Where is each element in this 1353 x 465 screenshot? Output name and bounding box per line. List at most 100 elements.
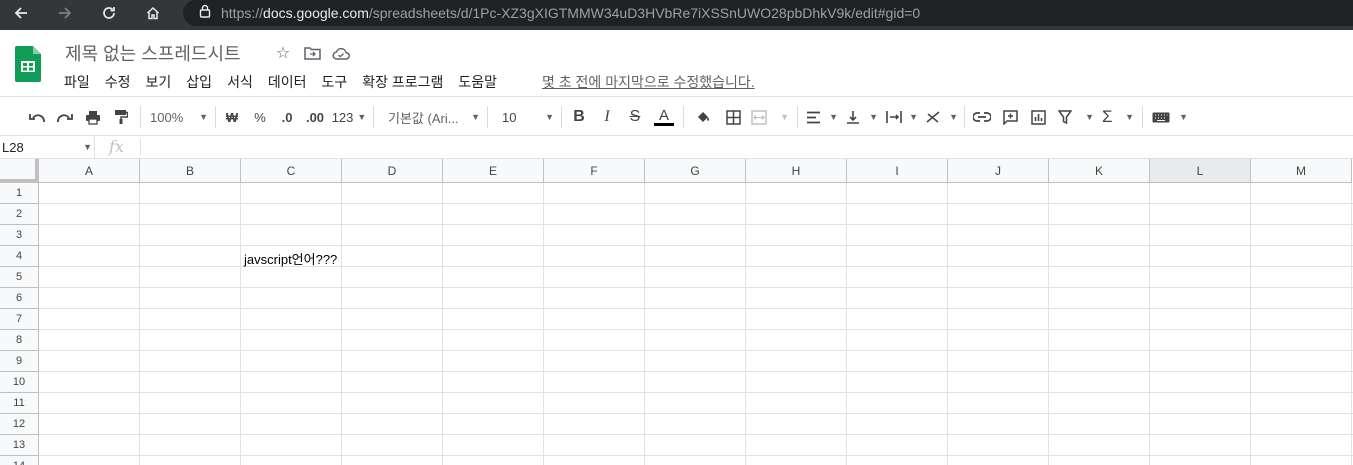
print-icon[interactable] (82, 106, 104, 128)
column-header-j[interactable]: J (948, 159, 1049, 183)
row-header-9[interactable]: 9 (0, 351, 39, 372)
column-header-g[interactable]: G (645, 159, 746, 183)
browser-toolbar: https://docs.google.com/spreadsheets/d/1… (0, 0, 1353, 26)
decrease-decimal-button[interactable]: .0 (276, 106, 298, 128)
menu-data[interactable]: 데이터 (268, 72, 307, 92)
sheets-logo-icon[interactable] (15, 46, 41, 82)
column-header-c[interactable]: C (241, 159, 342, 183)
menu-tools[interactable]: 도구 (321, 72, 347, 92)
column-header-k[interactable]: K (1049, 159, 1150, 183)
grid-row-line (39, 203, 1353, 204)
font-family-dropdown[interactable]: 기본값 (Ari... ▼ (388, 106, 480, 128)
insert-chart-icon[interactable] (1028, 106, 1048, 128)
spreadsheet-grid[interactable]: ABCDEFGHIJKLM1234567891011121314javscrip… (0, 159, 1353, 465)
redo-icon[interactable] (54, 106, 76, 128)
column-header-a[interactable]: A (39, 159, 140, 183)
menu-view[interactable]: 보기 (146, 72, 172, 92)
column-header-m[interactable]: M (1251, 159, 1352, 183)
chevron-down-icon: ▼ (1085, 112, 1094, 122)
row-header-5[interactable]: 5 (0, 267, 39, 288)
row-header-1[interactable]: 1 (0, 183, 39, 204)
row-header-6[interactable]: 6 (0, 288, 39, 309)
currency-format-button[interactable]: ₩ (222, 106, 242, 128)
menu-format[interactable]: 서식 (227, 72, 253, 92)
insert-comment-icon[interactable] (1000, 106, 1020, 128)
home-icon[interactable] (138, 0, 168, 26)
star-icon[interactable]: ☆ (273, 43, 293, 63)
undo-icon[interactable] (26, 106, 48, 128)
paint-format-icon[interactable] (110, 106, 132, 128)
grid-column-line (1048, 183, 1049, 465)
row-header-11[interactable]: 11 (0, 393, 39, 414)
filter-icon[interactable]: ▼ (1058, 106, 1094, 128)
row-header-7[interactable]: 7 (0, 309, 39, 330)
grid-column-line (745, 183, 746, 465)
vertical-align-icon[interactable]: ▼ (846, 106, 878, 128)
increase-decimal-button[interactable]: .00 (303, 106, 327, 128)
row-header-4[interactable]: 4 (0, 246, 39, 267)
row-header-2[interactable]: 2 (0, 204, 39, 225)
more-formats-dropdown[interactable]: 123 ▼ (332, 106, 367, 128)
document-title[interactable]: 제목 없는 스프레드시트 (65, 40, 241, 66)
name-box[interactable]: L28 ▼ (0, 136, 95, 158)
chevron-down-icon: ▼ (869, 112, 878, 122)
menu-help[interactable]: 도움말 (458, 72, 497, 92)
grid-row-line (39, 329, 1353, 330)
column-header-h[interactable]: H (746, 159, 847, 183)
toolbar-separator (561, 106, 562, 128)
menu-insert[interactable]: 삽입 (186, 72, 212, 92)
grid-row-line (39, 371, 1353, 372)
text-color-swatch (654, 123, 674, 126)
cell-c4[interactable]: javscript언어??? (244, 249, 337, 268)
chevron-down-icon: ▼ (829, 112, 838, 122)
column-header-d[interactable]: D (342, 159, 443, 183)
move-folder-icon[interactable] (302, 43, 322, 63)
row-header-10[interactable]: 10 (0, 372, 39, 393)
column-header-l[interactable]: L (1150, 159, 1251, 183)
row-header-12[interactable]: 12 (0, 414, 39, 435)
column-header-f[interactable]: F (544, 159, 645, 183)
menu-extensions[interactable]: 확장 프로그램 (362, 72, 443, 92)
row-header-8[interactable]: 8 (0, 330, 39, 351)
lock-icon[interactable] (199, 4, 211, 23)
select-all-corner[interactable] (0, 159, 39, 183)
merge-cells-icon[interactable]: ▼ (751, 106, 789, 128)
reload-icon[interactable] (94, 0, 124, 26)
bold-button[interactable]: B (569, 106, 589, 128)
zoom-dropdown[interactable]: 100% ▼ (150, 106, 208, 128)
menu-file[interactable]: 파일 (64, 72, 90, 92)
font-size-dropdown[interactable]: 10 ▼ (502, 106, 554, 128)
horizontal-align-icon[interactable]: ▼ (806, 106, 838, 128)
column-header-e[interactable]: E (443, 159, 544, 183)
column-header-i[interactable]: I (847, 159, 948, 183)
input-tools-icon[interactable]: ▼ (1152, 106, 1188, 128)
row-header-14[interactable]: 14 (0, 456, 39, 465)
cloud-status-icon[interactable] (331, 43, 351, 63)
percent-format-button[interactable]: % (250, 106, 270, 128)
insert-link-icon[interactable] (972, 106, 992, 128)
last-edit-link[interactable]: 몇 초 전에 마지막으로 수정했습니다. (542, 72, 755, 92)
font-family-value: 기본값 (Ari... (388, 110, 459, 126)
strikethrough-button[interactable]: S (625, 106, 645, 128)
menu-edit[interactable]: 수정 (105, 72, 131, 92)
functions-icon[interactable]: Σ ▼ (1102, 106, 1134, 128)
fill-color-icon[interactable] (693, 106, 713, 128)
text-rotation-icon[interactable]: ▼ (926, 106, 958, 128)
forward-arrow-icon[interactable] (50, 0, 80, 26)
row-header-3[interactable]: 3 (0, 225, 39, 246)
address-bar[interactable]: https://docs.google.com/spreadsheets/d/1… (183, 0, 1353, 26)
grid-column-line (240, 183, 241, 465)
formatting-toolbar: 100% ▼ ₩ % .0 .00 123 ▼ 기본값 (Ari... ▼ 10 ▼ B… (0, 96, 1353, 136)
borders-icon[interactable] (723, 106, 743, 128)
back-arrow-icon[interactable] (6, 0, 36, 26)
name-box-value: L28 (2, 140, 24, 155)
formula-separator (140, 139, 141, 155)
chevron-down-icon: ▼ (83, 142, 92, 152)
column-header-b[interactable]: B (140, 159, 241, 183)
italic-button[interactable]: I (597, 106, 617, 128)
toolbar-separator (1142, 106, 1143, 128)
text-wrap-icon[interactable]: ▼ (886, 106, 918, 128)
text-color-button[interactable]: A (653, 106, 675, 128)
grid-column-line (1351, 183, 1352, 465)
row-header-13[interactable]: 13 (0, 435, 39, 456)
